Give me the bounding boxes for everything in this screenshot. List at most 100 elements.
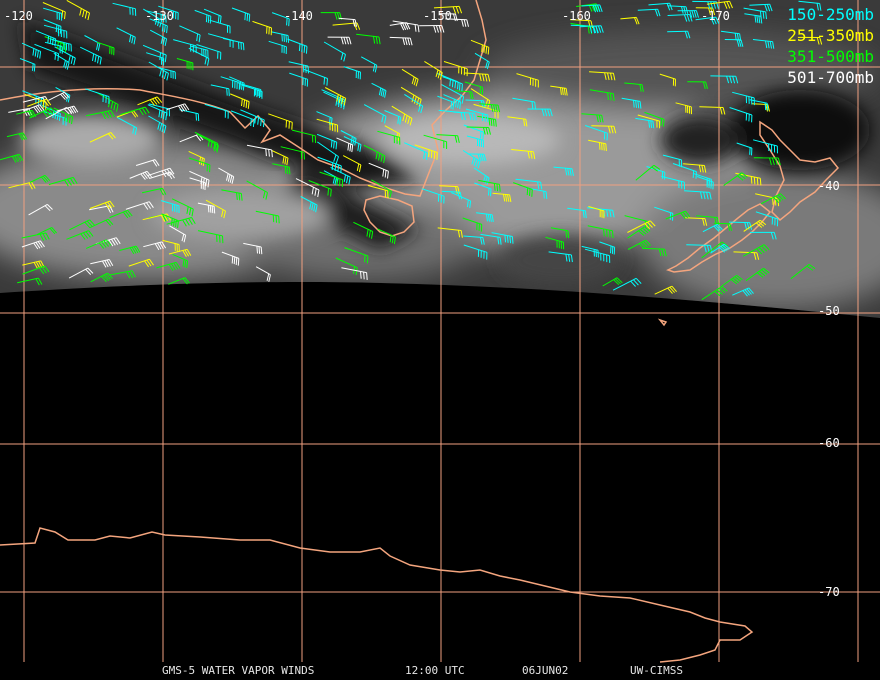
wind-barb <box>389 36 411 39</box>
wind-barb-flag <box>209 205 212 213</box>
wind-barb <box>713 222 730 225</box>
wind-barb-flag <box>57 53 60 62</box>
wind-barb-flag <box>457 81 459 90</box>
wind-barb-flag <box>756 177 759 185</box>
wind-barb-flag <box>340 165 342 174</box>
wind-barb-flag <box>603 228 605 237</box>
wind-barb-flag <box>327 188 330 196</box>
wind-barb-flag <box>209 16 212 24</box>
wind-barb-flag <box>480 131 482 139</box>
wind-barb-flag <box>772 197 774 205</box>
footer-bar: GMS-5 WATER VAPOR WINDS 12:00 UTC 06JUN0… <box>0 662 880 680</box>
wind-barb-flag <box>490 188 492 197</box>
wind-barb <box>699 106 724 108</box>
wind-barb-flag <box>461 83 463 92</box>
wind-barb-flag <box>233 256 236 265</box>
lon-label-150: -150 <box>423 9 452 23</box>
wind-barb <box>591 125 614 127</box>
wind-barb-flag <box>753 176 756 185</box>
wind-barb-flag <box>175 219 177 228</box>
wind-barb-flag <box>235 257 238 265</box>
wind-barb-flag <box>244 12 246 21</box>
wind-barb-flag <box>288 167 291 175</box>
wind-barb-flag <box>565 230 568 238</box>
wind-barb-flag <box>531 189 533 197</box>
wind-barb-flag <box>166 25 168 34</box>
wind-barb-flag <box>285 35 287 43</box>
wind-barb-flag <box>173 218 175 227</box>
lat-label-50: -50 <box>818 304 840 318</box>
wind-barb-flag <box>360 271 362 279</box>
wind-barb-flag <box>62 43 64 51</box>
wind-barb-flag <box>236 192 238 200</box>
wind-barb-flag <box>265 148 267 157</box>
wind-barb-flag <box>504 235 507 243</box>
wind-barb-flag <box>610 245 612 254</box>
wind-barb-flag <box>32 63 34 71</box>
wind-barb-flag <box>54 52 57 60</box>
wind-barb <box>642 247 665 250</box>
wind-barb-flag <box>366 272 368 280</box>
wind-barb-flag <box>256 246 258 254</box>
wind-barb-flag <box>545 191 548 199</box>
wind-barb-flag <box>268 149 270 157</box>
wind-barb-flag <box>284 166 287 174</box>
wind-barb-flag <box>450 101 453 109</box>
lon-label-160: -160 <box>562 9 591 23</box>
wind-barb-flag <box>237 258 240 266</box>
wind-barb-flag <box>205 14 208 23</box>
wind-barb-flag <box>490 118 493 126</box>
lat-label-70: -70 <box>818 585 840 599</box>
wind-barb-flag <box>305 46 308 54</box>
wind-barb-flag <box>488 188 490 196</box>
wind-barb-flag <box>219 235 221 243</box>
wind-barb-flag <box>281 34 283 42</box>
wind-barb-flag <box>245 100 248 108</box>
wind-barb-flag <box>633 100 635 108</box>
wind-barb-flag <box>195 113 197 121</box>
wind-barb-flag <box>260 246 263 255</box>
footer-satellite: GMS-5 WATER VAPOR WINDS <box>162 664 315 677</box>
wind-barb-flag <box>213 206 216 214</box>
wind-barb-flag <box>599 142 601 150</box>
wind-barb-flag <box>207 205 210 213</box>
wind-barb-flag <box>366 255 369 264</box>
wind-barb <box>686 244 711 246</box>
wind-barb-flag <box>499 184 501 192</box>
wind-barb-flag <box>750 176 753 184</box>
wind-barb-flag <box>493 183 496 191</box>
wind-barb-flag <box>612 230 614 239</box>
wind-barb-flag <box>250 118 252 127</box>
wind-barb-flag <box>509 235 512 244</box>
wind-barb-flag <box>605 143 607 152</box>
wind-barb-flag <box>496 183 499 192</box>
wind-barb-flag <box>451 79 454 88</box>
wind-barb-flag <box>452 102 455 110</box>
wind-barb-flag <box>609 230 611 238</box>
wind-barb-flag <box>764 102 767 111</box>
wind-barb-flag <box>271 149 273 158</box>
wind-barb-flag <box>164 24 166 33</box>
wind-barb-flag <box>226 88 228 96</box>
footer-date: 06JUN02 <box>522 664 569 677</box>
wind-barb-flag <box>483 45 486 53</box>
wind-barb-flag <box>248 14 251 22</box>
wind-barb-flag <box>238 193 241 201</box>
wind-barb-flag <box>272 214 275 223</box>
wind-barb-flag <box>333 141 335 149</box>
wind-barb-flag <box>601 142 603 151</box>
wind-barb-flag <box>246 13 249 21</box>
wind-barb-flag <box>364 254 366 263</box>
wind-barb <box>667 30 688 33</box>
legend-351-500: 351-500mb <box>787 47 874 66</box>
wind-barb-flag <box>291 122 293 130</box>
wind-barb-flag <box>326 78 328 86</box>
wind-barb-flag <box>331 162 334 171</box>
wind-barb-flag <box>278 215 280 224</box>
wind-barb-flag <box>303 45 306 53</box>
wind-barb-flag <box>759 178 762 186</box>
wind-barb-flag <box>211 205 214 214</box>
wind-barb-flag <box>363 271 365 280</box>
wind-barb-flag <box>240 193 243 201</box>
wind-barb-flag <box>334 163 337 172</box>
